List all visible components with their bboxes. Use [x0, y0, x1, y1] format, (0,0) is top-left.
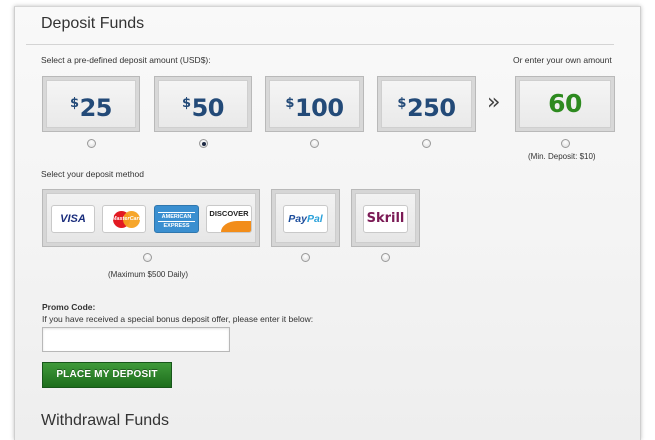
min-deposit-note: (Min. Deposit: $10) — [528, 152, 596, 161]
amex-logo: AMERICAN EXPRESS — [154, 205, 199, 233]
amount-option-25[interactable]: $25 — [42, 76, 140, 132]
cards-limit-note: (Maximum $500 Daily) — [108, 270, 189, 279]
place-deposit-button[interactable]: PLACE MY DEPOSIT — [42, 362, 172, 388]
method-radio-paypal[interactable] — [301, 253, 310, 262]
paypal-logo: PayPal — [283, 205, 328, 233]
skrill-logo: Skrill — [363, 205, 408, 233]
method-skrill[interactable]: Skrill — [351, 189, 420, 247]
amount-value: $250 — [397, 94, 456, 122]
visa-logo: VISA — [51, 205, 95, 233]
title-divider — [26, 44, 614, 45]
promo-code-input[interactable] — [42, 327, 230, 352]
own-amount-value: 60 — [548, 89, 582, 118]
promo-code-description: If you have received a special bonus dep… — [42, 314, 314, 324]
own-amount-label: Or enter your own amount — [513, 55, 612, 65]
amount-value: $100 — [285, 94, 344, 122]
deposit-method-label: Select your deposit method — [41, 169, 145, 179]
method-paypal[interactable]: PayPal — [271, 189, 340, 247]
amount-radio-250[interactable] — [422, 139, 431, 148]
promo-code-label: Promo Code: — [42, 302, 96, 312]
amount-option-100[interactable]: $100 — [265, 76, 364, 132]
own-amount-radio[interactable] — [561, 139, 570, 148]
mastercard-logo: MasterCard — [102, 205, 146, 233]
amount-radio-100[interactable] — [310, 139, 319, 148]
double-chevron-right-icon: » — [487, 90, 501, 115]
predefined-amount-label: Select a pre-defined deposit amount (USD… — [41, 55, 211, 65]
amount-radio-25[interactable] — [87, 139, 96, 148]
method-radio-cards[interactable] — [143, 253, 152, 262]
deposit-title: Deposit Funds — [41, 15, 145, 32]
method-radio-skrill[interactable] — [381, 253, 390, 262]
amount-option-50[interactable]: $50 — [154, 76, 252, 132]
amount-value: $50 — [182, 94, 224, 122]
discover-logo: DISCOVER — [206, 205, 252, 233]
withdrawal-title: Withdrawal Funds — [41, 412, 170, 429]
method-credit-cards[interactable]: VISA MasterCard AMERICAN EXPRESS DISCOVE… — [42, 189, 260, 247]
amount-option-250[interactable]: $250 — [377, 76, 476, 132]
own-amount-input[interactable]: 60 — [515, 76, 615, 132]
amount-radio-50[interactable] — [199, 139, 208, 148]
amount-value: $25 — [70, 94, 112, 122]
